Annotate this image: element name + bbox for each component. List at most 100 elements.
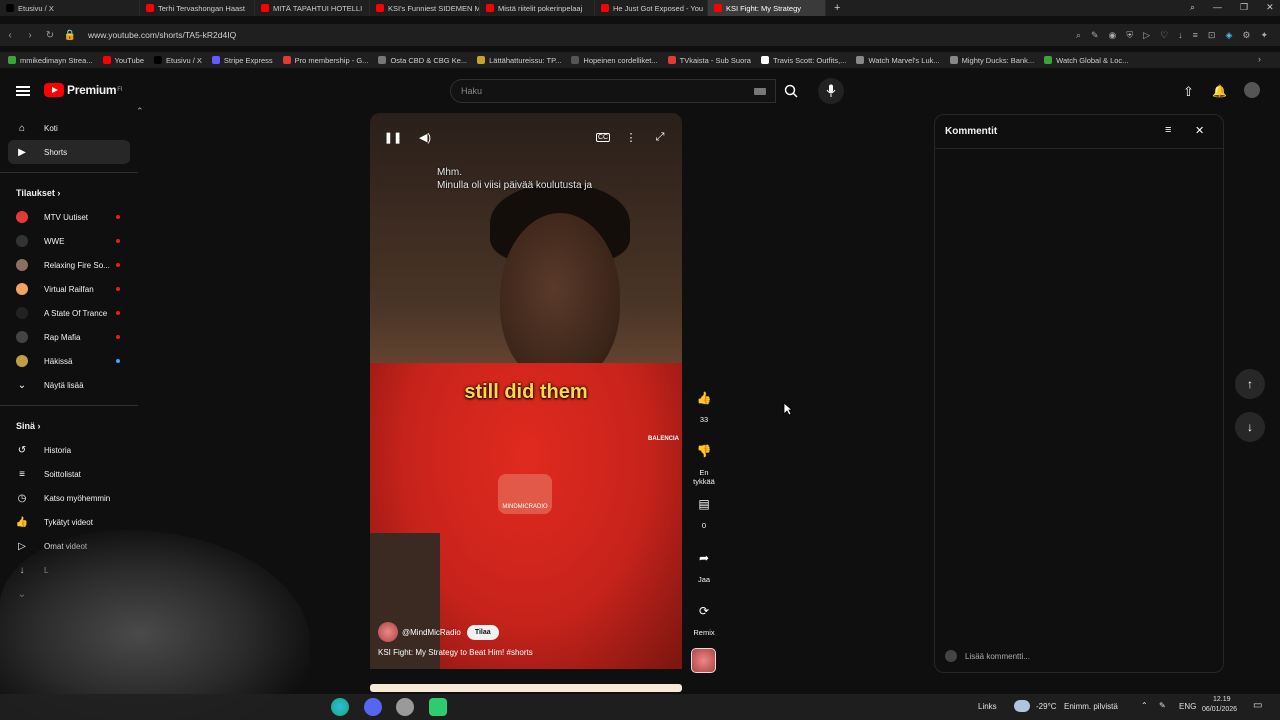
voice-search-button[interactable] xyxy=(818,78,844,104)
keyboard-icon[interactable] xyxy=(754,88,766,95)
channel-name[interactable]: @MindMicRadio xyxy=(402,628,461,637)
pen-icon[interactable]: ✎ xyxy=(1159,701,1166,710)
comments-button[interactable]: ▤ 0 xyxy=(688,489,720,530)
tray-chevron-icon[interactable]: ⌃ xyxy=(1141,701,1148,710)
bookmark-item[interactable]: Etusivu / X xyxy=(154,56,202,65)
next-short-button[interactable]: ↓ xyxy=(1235,412,1265,442)
browser-tab[interactable]: MITÄ TAPAHTUI HOTELLI xyxy=(255,0,370,16)
bookmark-item[interactable]: Lättähattureissu: TP... xyxy=(477,56,561,65)
obs-icon[interactable] xyxy=(429,698,447,716)
you-heading[interactable]: Sinä › xyxy=(0,414,138,438)
subscription-item[interactable]: MTV Uutiset xyxy=(0,205,138,229)
browser-tab[interactable]: KSI Fight: My Strategy xyxy=(708,0,826,16)
dislike-button[interactable]: 👎 En tykkää xyxy=(688,436,720,486)
close-icon[interactable]: ✕ xyxy=(1195,124,1204,137)
bookmark-item[interactable]: Osta CBD & CBG Ke... xyxy=(378,56,467,65)
settings-icon[interactable]: ⚙ xyxy=(1242,30,1250,41)
download-icon[interactable]: ↓ xyxy=(1178,30,1183,41)
shield-icon[interactable]: ⛨ xyxy=(1126,30,1133,41)
discord-icon[interactable] xyxy=(364,698,382,716)
add-comment-field[interactable]: Lisää kommentti... xyxy=(945,650,1030,662)
browser-tab[interactable]: KSI's Funniest SIDEMEN M xyxy=(370,0,480,16)
show-more-label: Näytä lisää xyxy=(44,380,84,390)
ai-icon[interactable]: ✦ xyxy=(1260,30,1268,41)
youtube-premium-logo[interactable]: Premium FI xyxy=(44,83,123,97)
you-item[interactable]: ◷ Katso myöhemmin xyxy=(0,486,138,510)
sidebar-item-shorts[interactable]: ▶ Shorts xyxy=(8,140,130,164)
video-title[interactable]: KSI Fight: My Strategy to Beat Him! #sho… xyxy=(378,648,533,657)
clock-time[interactable]: 12.19 xyxy=(1213,696,1231,703)
bookmark-item[interactable]: TVkaista - Sub Suora xyxy=(667,56,751,65)
upload-icon[interactable]: ⇧ xyxy=(1183,84,1194,100)
bookmark-item[interactable]: Stripe Express xyxy=(211,56,273,65)
browser-tab[interactable]: Mistä riitelit pokerinpelaaj xyxy=(480,0,595,16)
reload-icon[interactable]: ↻ xyxy=(40,30,60,41)
menu-icon[interactable] xyxy=(16,84,30,98)
subscription-item[interactable]: Rap Mafia xyxy=(0,325,138,349)
bookmark-item[interactable]: Pro membership - G... xyxy=(282,56,368,65)
subscribe-button[interactable]: Tilaa xyxy=(466,624,499,640)
show-more-button[interactable]: ⌄ Näytä lisää xyxy=(0,373,138,397)
bookmark-item[interactable]: mmikedimayn Strea... xyxy=(8,56,93,65)
back-icon[interactable]: ‹ xyxy=(0,30,20,41)
edit-icon[interactable]: ✎ xyxy=(1091,30,1099,41)
sort-icon[interactable]: ≡ xyxy=(1165,124,1171,136)
bookmark-item[interactable]: Travis Scott: Outfits,... xyxy=(760,56,846,65)
notification-center-icon[interactable]: ▭ xyxy=(1253,700,1262,711)
previous-short-button[interactable]: ↑ xyxy=(1235,369,1265,399)
browser-tab[interactable]: Terhi Tervashongan Haast xyxy=(140,0,255,16)
subscriptions-heading[interactable]: Tilaukset › xyxy=(0,181,138,205)
bookmark-item[interactable]: YouTube xyxy=(102,56,144,65)
bookmark-item[interactable]: Mighty Ducks: Bank... xyxy=(949,56,1034,65)
pause-button[interactable]: ❚❚ xyxy=(382,126,404,148)
bookmark-item[interactable]: Hopeinen cordelliket... xyxy=(571,56,658,65)
menu-lines-icon[interactable]: ≡ xyxy=(1193,30,1198,41)
fullscreen-button[interactable]: ⤢ xyxy=(649,126,671,148)
edge-icon[interactable] xyxy=(331,698,349,716)
play-icon[interactable]: ▷ xyxy=(1143,30,1150,41)
browser-tab[interactable]: He Just Got Exposed - You xyxy=(595,0,708,16)
extension-icon[interactable]: ◈ xyxy=(1225,30,1232,41)
wallet-icon[interactable]: ⊡ xyxy=(1208,30,1216,41)
sidebar-scroll-up-icon[interactable]: ⌃ xyxy=(136,106,144,117)
subscription-item[interactable]: Häkissä xyxy=(0,349,138,373)
sidebar-item-koti[interactable]: ⌂ Koti xyxy=(0,116,138,140)
app-icon[interactable] xyxy=(396,698,414,716)
you-item[interactable]: ↺ Historia xyxy=(0,438,138,462)
more-options-button[interactable]: ⋮ xyxy=(620,126,642,148)
notifications-icon[interactable]: 🔔 xyxy=(1212,84,1227,98)
volume-button[interactable]: ◀) xyxy=(414,126,436,148)
new-tab-button[interactable]: + xyxy=(826,2,848,14)
channel-avatar[interactable] xyxy=(378,622,398,642)
camera-icon[interactable]: ◉ xyxy=(1109,30,1117,41)
links-label[interactable]: Links xyxy=(978,702,997,711)
share-button[interactable]: ➦ Jaa xyxy=(688,543,720,584)
captions-button[interactable]: CC xyxy=(592,126,614,148)
bookmarks-overflow-icon[interactable]: › xyxy=(1258,54,1261,64)
subscription-item[interactable]: WWE xyxy=(0,229,138,253)
language-indicator[interactable]: ENG xyxy=(1179,702,1196,711)
minimize-icon[interactable]: — xyxy=(1213,2,1222,13)
audio-source-thumbnail[interactable] xyxy=(691,648,716,673)
you-item[interactable]: ≡ Soittolistat xyxy=(0,462,138,486)
subscription-item[interactable]: Relaxing Fire So... xyxy=(0,253,138,277)
close-window-icon[interactable]: ✕ xyxy=(1266,2,1274,13)
avatar[interactable] xyxy=(1244,82,1260,98)
zoom-icon[interactable]: ⌕ xyxy=(1076,30,1081,41)
bookmark-item[interactable]: Watch Marvel's Luk... xyxy=(856,56,940,65)
remix-button[interactable]: ⟳ Remix xyxy=(688,596,720,637)
search-tabs-icon[interactable]: ⌕ xyxy=(1190,2,1195,13)
bookmark-item[interactable]: Watch Global & Loc... xyxy=(1044,56,1128,65)
next-video-preview[interactable] xyxy=(370,684,682,692)
clock-date[interactable]: 06/01/2026 xyxy=(1202,706,1237,713)
url-field[interactable]: www.youtube.com/shorts/TA5-kR2d4IQ xyxy=(88,30,236,40)
browser-tab[interactable]: Etusivu / X xyxy=(0,0,140,16)
forward-icon[interactable]: › xyxy=(20,30,40,41)
search-button[interactable] xyxy=(776,79,806,103)
restore-icon[interactable]: ❐ xyxy=(1240,2,1248,13)
subscription-item[interactable]: Virtual Railfan xyxy=(0,277,138,301)
heart-icon[interactable]: ♡ xyxy=(1160,30,1168,41)
search-input[interactable]: Haku xyxy=(450,79,776,103)
like-button[interactable]: 👍 33 xyxy=(688,383,720,424)
subscription-item[interactable]: A State Of Trance xyxy=(0,301,138,325)
